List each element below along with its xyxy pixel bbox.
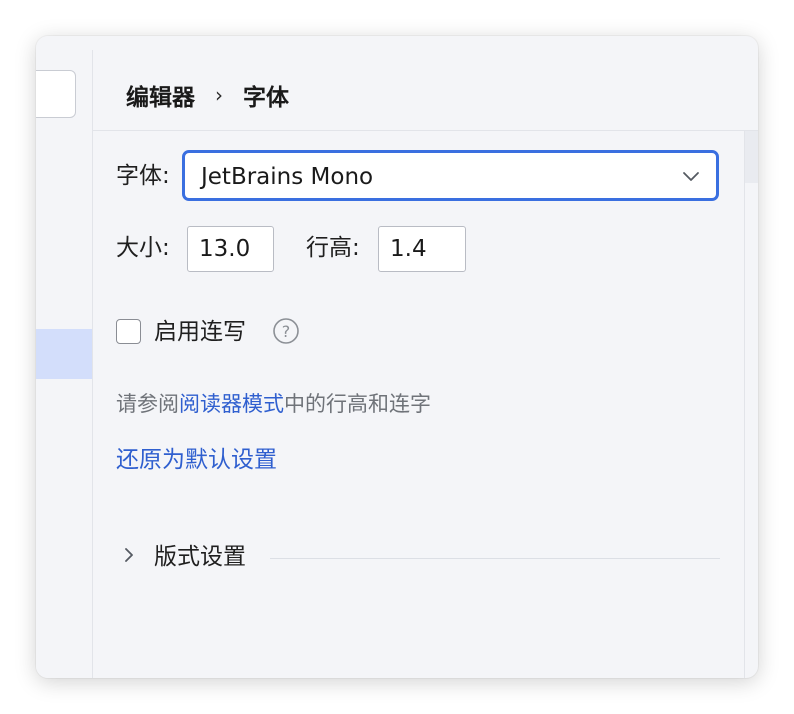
breadcrumb-parent[interactable]: 编辑器 bbox=[126, 78, 195, 112]
reader-mode-link[interactable]: 阅读器模式 bbox=[179, 392, 284, 416]
sidebar-search-input[interactable] bbox=[36, 70, 76, 118]
settings-sidebar bbox=[36, 36, 92, 678]
sidebar-divider bbox=[92, 50, 93, 678]
ligatures-checkbox[interactable] bbox=[116, 319, 141, 344]
breadcrumb-separator: › bbox=[215, 83, 223, 107]
line-height-label: 行高: bbox=[306, 235, 360, 261]
hint-prefix: 请参阅 bbox=[116, 392, 179, 416]
svg-text:?: ? bbox=[282, 322, 291, 341]
scrollbar-track[interactable] bbox=[744, 131, 745, 678]
settings-window: 编辑器 › 字体 字体: JetBrains Mono 大小: 13.0 行高:… bbox=[36, 36, 758, 678]
sidebar-selected-item[interactable] bbox=[36, 329, 92, 379]
line-height-input[interactable]: 1.4 bbox=[378, 226, 466, 272]
chevron-right-icon[interactable] bbox=[122, 546, 136, 564]
breadcrumb: 编辑器 › 字体 bbox=[126, 78, 289, 112]
scrollbar-thumb[interactable] bbox=[745, 131, 758, 183]
header-divider bbox=[93, 130, 758, 131]
breadcrumb-current: 字体 bbox=[243, 85, 289, 111]
reset-defaults-link[interactable]: 还原为默认设置 bbox=[116, 445, 277, 475]
font-select-value: JetBrains Mono bbox=[201, 164, 374, 190]
typography-section-toggle[interactable]: 版式设置 bbox=[154, 542, 246, 572]
hint-suffix: 中的行高和连字 bbox=[284, 392, 431, 416]
chevron-down-icon bbox=[683, 172, 699, 181]
reader-mode-hint: 请参阅阅读器模式中的行高和连字 bbox=[116, 389, 431, 419]
section-divider bbox=[270, 558, 720, 559]
font-label: 字体: bbox=[116, 163, 170, 189]
font-select[interactable]: JetBrains Mono bbox=[182, 150, 719, 201]
size-label: 大小: bbox=[116, 235, 170, 261]
ligatures-label[interactable]: 启用连写 bbox=[154, 317, 246, 347]
help-icon[interactable]: ? bbox=[272, 317, 300, 345]
size-input[interactable]: 13.0 bbox=[187, 226, 274, 272]
